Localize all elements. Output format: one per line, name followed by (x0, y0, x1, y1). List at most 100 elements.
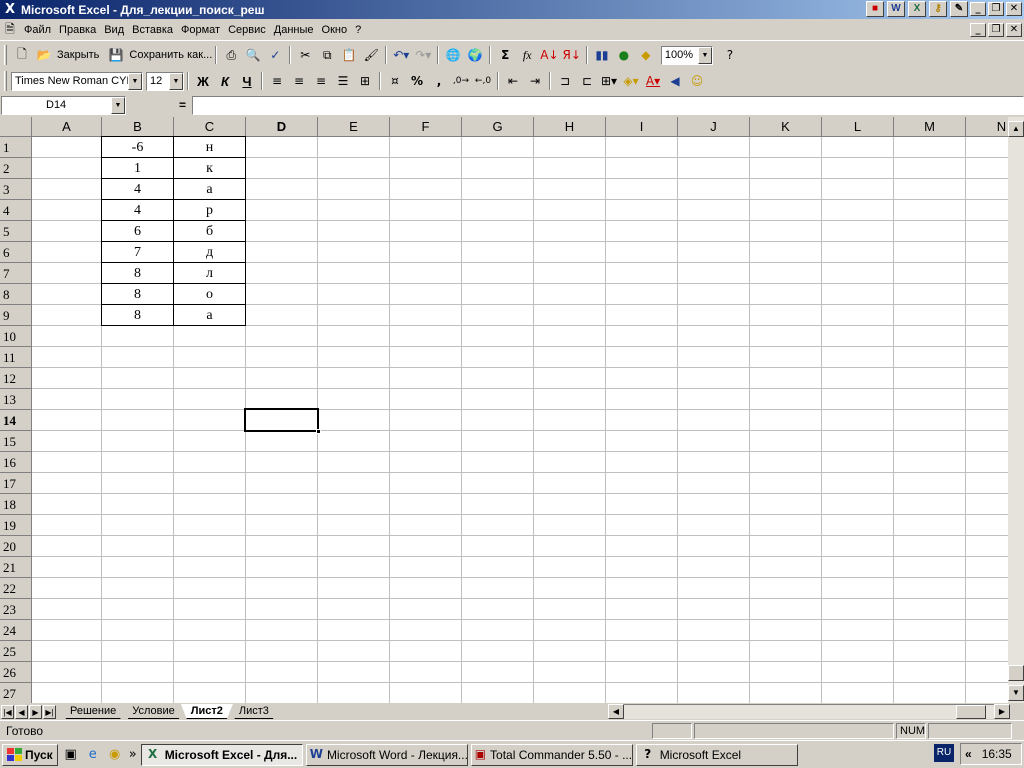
fill-handle[interactable] (316, 429, 321, 434)
column-header-a[interactable]: A (32, 117, 102, 137)
increase-decimal-icon[interactable]: ,0→ (450, 70, 472, 92)
decrease-decimal-icon[interactable]: ←,0 (472, 70, 494, 92)
minimize-button[interactable]: _ (970, 2, 986, 16)
row-header-17[interactable]: 17 (0, 473, 32, 494)
map-icon[interactable]: ● (613, 44, 635, 66)
doc-close-button[interactable]: ✕ (1006, 23, 1022, 37)
new-icon[interactable]: 🗋 (11, 44, 33, 66)
menu-view[interactable]: Вид (100, 24, 128, 36)
autosum-icon[interactable]: Σ (494, 44, 516, 66)
menu-window[interactable]: Окно (318, 24, 352, 36)
row-header-13[interactable]: 13 (0, 389, 32, 410)
hyperlink-icon[interactable]: 🌍 (464, 44, 486, 66)
prev-sheet-icon[interactable]: ◀ (15, 704, 28, 719)
undo-icon[interactable]: ↶▾ (390, 44, 412, 66)
open-icon[interactable]: 📂 (33, 44, 55, 66)
row-header-5[interactable]: 5 (0, 221, 32, 242)
column-header-e[interactable]: E (318, 117, 390, 137)
cell-c4[interactable]: р (173, 199, 246, 221)
increase-indent-icon[interactable]: ⇥ (524, 70, 546, 92)
column-header-g[interactable]: G (462, 117, 534, 137)
active-cell-selection[interactable] (244, 408, 321, 434)
row-header-18[interactable]: 18 (0, 494, 32, 515)
print-preview-icon[interactable]: 🔍 (242, 44, 264, 66)
chevron-down-icon[interactable]: ▼ (111, 97, 125, 114)
media-player-icon[interactable]: ◉ (106, 746, 124, 764)
row-header-1[interactable]: 1 (0, 137, 32, 158)
help-icon[interactable]: ? (719, 44, 741, 66)
row-header-23[interactable]: 23 (0, 599, 32, 620)
name-box[interactable]: D14 ▼ (1, 96, 126, 115)
menu-data[interactable]: Данные (270, 24, 318, 36)
print-icon[interactable]: ⎙ (220, 44, 242, 66)
scroll-left-icon[interactable]: ◀ (608, 704, 624, 719)
taskbar-task-1[interactable]: X Microsoft Excel - Для... (140, 743, 303, 766)
cell-b1[interactable]: -6 (101, 136, 174, 158)
row-header-16[interactable]: 16 (0, 452, 32, 473)
column-header-d[interactable]: D (246, 117, 318, 137)
sheet-tab-2[interactable]: Условие (122, 704, 185, 719)
row-header-21[interactable]: 21 (0, 557, 32, 578)
cell-c8[interactable]: о (173, 283, 246, 305)
menu-file[interactable]: Файл (20, 24, 55, 36)
sheet-tab-4[interactable]: Лист3 (229, 704, 279, 719)
column-header-n[interactable]: N (966, 117, 1008, 137)
copy-icon[interactable]: ⧉ (316, 44, 338, 66)
redo-icon[interactable]: ↷▾ (412, 44, 434, 66)
row-header-26[interactable]: 26 (0, 662, 32, 683)
ungroup-icon[interactable]: ⊏ (576, 70, 598, 92)
cell-c6[interactable]: д (173, 241, 246, 263)
sort-ascending-icon[interactable]: A↓ (538, 44, 560, 66)
cell-c5[interactable]: б (173, 220, 246, 242)
menu-edit[interactable]: Правка (55, 24, 100, 36)
column-header-h[interactable]: H (534, 117, 606, 137)
toolbar-grip[interactable] (4, 45, 7, 65)
borders-icon[interactable]: ⊞▾ (598, 70, 620, 92)
row-header-25[interactable]: 25 (0, 641, 32, 662)
first-sheet-icon[interactable]: |◀ (1, 704, 14, 719)
scroll-down-icon[interactable]: ▼ (1008, 685, 1024, 701)
horizontal-scroll-thumb[interactable] (956, 705, 986, 719)
doc-restore-button[interactable]: ❐ (988, 23, 1004, 37)
edit-formula-button[interactable]: = (126, 96, 192, 115)
menu-help[interactable]: ? (351, 24, 365, 36)
column-header-i[interactable]: I (606, 117, 678, 137)
web-icon[interactable]: 🌐 (442, 44, 464, 66)
column-header-c[interactable]: C (174, 117, 246, 137)
chevron-down-icon[interactable]: ▼ (697, 46, 712, 64)
cell-c1[interactable]: н (173, 136, 246, 158)
underline-button[interactable]: Ч (236, 70, 258, 92)
column-header-j[interactable]: J (678, 117, 750, 137)
comma-button[interactable]: , (428, 70, 450, 92)
row-header-22[interactable]: 22 (0, 578, 32, 599)
sheet-tab-3[interactable]: Лист2 (181, 704, 233, 719)
drawing-icon[interactable]: ◆ (635, 44, 657, 66)
row-header-15[interactable]: 15 (0, 431, 32, 452)
more-quicklaunch-icon[interactable]: » (128, 746, 138, 764)
sheet-tab-1[interactable]: Решение (60, 704, 126, 719)
save-as-button[interactable]: Сохранить как... (129, 49, 212, 61)
row-header-19[interactable]: 19 (0, 515, 32, 536)
save-icon[interactable]: 💾 (105, 44, 127, 66)
cell-b6[interactable]: 7 (101, 241, 174, 263)
internet-explorer-icon[interactable]: e (84, 746, 102, 764)
cut-icon[interactable]: ✂ (294, 44, 316, 66)
italic-button[interactable]: К (214, 70, 236, 92)
formula-input[interactable] (192, 96, 1024, 115)
word-shortcut-icon[interactable]: W (887, 1, 905, 17)
taskbar-task-3[interactable]: ▣ Total Commander 5.50 - ... (470, 743, 633, 766)
font-dropdown[interactable]: Times New Roman CYR ▼ (11, 71, 143, 91)
excel-shortcut-icon[interactable]: X (908, 1, 926, 17)
document-icon[interactable]: 🗎 (0, 19, 20, 41)
align-right-icon[interactable]: ≡ (310, 70, 332, 92)
cell-c2[interactable]: к (173, 157, 246, 179)
worksheet-grid[interactable]: A B C D E F G H I J K L M N 1 2 3 4 5 6 7 8 9 10 11 12 13 14 15 16 17 1… (0, 117, 1008, 703)
cell-c3[interactable]: а (173, 178, 246, 200)
column-header-k[interactable]: K (750, 117, 822, 137)
row-header-4[interactable]: 4 (0, 200, 32, 221)
zoom-dropdown[interactable]: 100% ▼ (660, 45, 713, 65)
toolbar-grip[interactable] (4, 71, 7, 91)
font-size-dropdown[interactable]: 12 ▼ (146, 71, 184, 91)
cell-b9[interactable]: 8 (101, 304, 174, 326)
cell-b5[interactable]: 6 (101, 220, 174, 242)
